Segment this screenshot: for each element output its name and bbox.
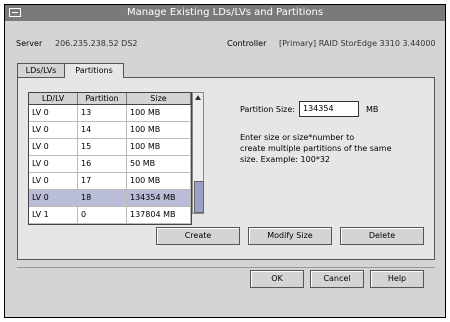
table-header: LD/LV Partition Size xyxy=(29,93,191,105)
cancel-button[interactable]: Cancel xyxy=(310,270,364,288)
table-row-selected[interactable]: LV 0 18 134354 MB xyxy=(29,190,191,207)
cell-size: 137804 MB xyxy=(127,207,191,223)
column-header-ld-lv[interactable]: LD/LV xyxy=(29,93,78,104)
tab-lds-lvs[interactable]: LDs/LVs xyxy=(17,63,65,77)
table-row[interactable]: LV 0 13 100 MB xyxy=(29,105,191,122)
partitions-table: LD/LV Partition Size LV 0 13 100 MB LV 0… xyxy=(28,92,192,225)
cell-size: 100 MB xyxy=(127,173,191,189)
partitions-panel: LD/LV Partition Size LV 0 13 100 MB LV 0… xyxy=(17,77,435,260)
modify-size-button[interactable]: Modify Size xyxy=(248,227,332,245)
partition-size-unit: MB xyxy=(366,105,379,114)
partition-size-input[interactable]: 134354 xyxy=(299,101,359,117)
scroll-up-arrow-icon[interactable] xyxy=(195,95,201,100)
table-row[interactable]: LV 0 16 50 MB xyxy=(29,156,191,173)
cell-ld-lv: LV 1 xyxy=(29,207,78,223)
cell-size: 134354 MB xyxy=(127,190,191,206)
window-title: Manage Existing LDs/LVs and Partitions xyxy=(126,7,324,18)
controller-value: [Primary] RAID StorEdge 3310 3.44000 xyxy=(279,39,436,48)
delete-button[interactable]: Delete xyxy=(340,227,424,245)
help-button[interactable]: Help xyxy=(370,270,424,288)
cell-size: 100 MB xyxy=(127,122,191,138)
partition-help-line-2: create multiple partitions of the same xyxy=(240,144,392,153)
system-menu-icon[interactable] xyxy=(9,8,21,17)
cell-ld-lv: LV 0 xyxy=(29,139,78,155)
column-header-partition[interactable]: Partition xyxy=(78,93,127,104)
manage-partitions-window: Manage Existing LDs/LVs and Partitions S… xyxy=(4,4,446,318)
cell-ld-lv: LV 0 xyxy=(29,105,78,121)
server-value: 206.235.238.52 DS2 xyxy=(55,39,138,48)
partition-help-line-1: Enter size or size*number to xyxy=(240,133,355,142)
table-row[interactable]: LV 0 15 100 MB xyxy=(29,139,191,156)
create-button[interactable]: Create xyxy=(156,227,240,245)
cell-ld-lv: LV 0 xyxy=(29,122,78,138)
tab-partitions[interactable]: Partitions xyxy=(64,63,124,78)
cell-ld-lv: LV 0 xyxy=(29,173,78,189)
controller-label: Controller xyxy=(227,39,267,48)
cell-partition: 18 xyxy=(78,190,127,206)
cell-ld-lv: LV 0 xyxy=(29,190,78,206)
cell-partition: 17 xyxy=(78,173,127,189)
partition-size-label: Partition Size: xyxy=(240,105,295,114)
cell-partition: 0 xyxy=(78,207,127,223)
cell-size: 100 MB xyxy=(127,105,191,121)
cell-partition: 16 xyxy=(78,156,127,172)
cell-size: 100 MB xyxy=(127,139,191,155)
server-label: Server xyxy=(16,39,43,48)
table-row[interactable]: LV 1 0 137804 MB xyxy=(29,207,191,224)
scrollbar-thumb[interactable] xyxy=(194,181,204,213)
column-header-size[interactable]: Size xyxy=(127,93,191,104)
cell-size: 50 MB xyxy=(127,156,191,172)
partition-help-line-3: size. Example: 100*32 xyxy=(240,155,330,164)
divider xyxy=(17,267,435,268)
table-row[interactable]: LV 0 14 100 MB xyxy=(29,122,191,139)
cell-ld-lv: LV 0 xyxy=(29,156,78,172)
ok-button[interactable]: OK xyxy=(250,270,304,288)
cell-partition: 14 xyxy=(78,122,127,138)
cell-partition: 15 xyxy=(78,139,127,155)
cell-partition: 13 xyxy=(78,105,127,121)
table-row[interactable]: LV 0 17 100 MB xyxy=(29,173,191,190)
table-scrollbar[interactable] xyxy=(192,92,204,214)
title-bar[interactable]: Manage Existing LDs/LVs and Partitions xyxy=(5,5,445,21)
